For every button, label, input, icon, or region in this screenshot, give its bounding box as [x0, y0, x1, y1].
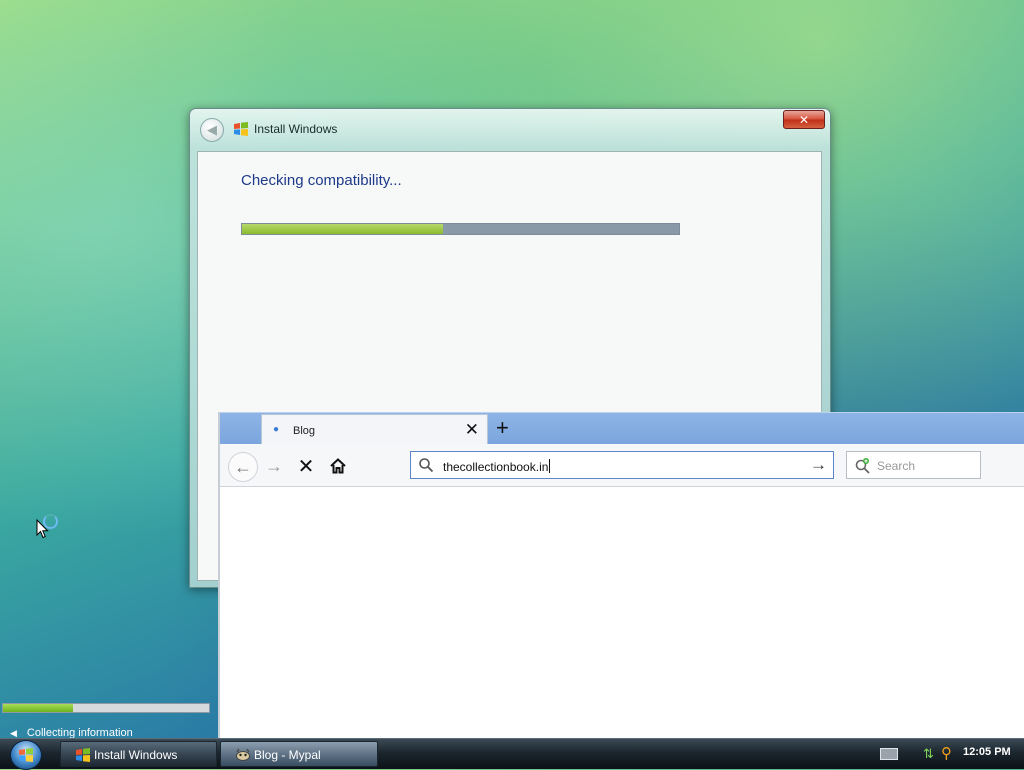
url-text: thecollectionbook.in	[443, 459, 551, 474]
browser-window: ● Blog ✕ + ← → ✕ thecollectionbook.in →	[218, 412, 1024, 742]
busy-spinner-icon	[43, 514, 58, 529]
stop-icon[interactable]: ✕	[292, 452, 320, 480]
home-icon[interactable]	[324, 452, 352, 480]
arrow-left-icon[interactable]: ←	[228, 452, 258, 482]
arrow-right-icon[interactable]: →	[260, 452, 288, 480]
tab-close-button[interactable]: ✕	[465, 420, 479, 440]
home-glyph	[330, 458, 346, 474]
windows-logo-icon	[234, 122, 248, 136]
taskbar-item-label: Install Windows	[94, 748, 178, 762]
setup-progress-fill	[3, 704, 74, 712]
taskbar-item-blog-mypal[interactable]: Blog - Mypal	[220, 741, 378, 767]
search-engine-icon	[855, 458, 870, 474]
go-arrow-icon[interactable]: →	[810, 455, 827, 475]
setup-progress-bar	[2, 703, 210, 713]
navigation-toolbar: ← → ✕ thecollectionbook.in → Search	[220, 444, 1024, 487]
network-icon[interactable]: ⇅	[923, 746, 934, 762]
page-content-area[interactable]	[220, 487, 1024, 742]
url-value: thecollectionbook.in	[443, 460, 549, 474]
keyboard-language-icon[interactable]	[880, 748, 898, 760]
url-input[interactable]: thecollectionbook.in →	[410, 451, 834, 479]
search-input[interactable]: Search	[846, 451, 981, 479]
back-arrow-icon[interactable]: ◀	[200, 118, 224, 142]
start-button[interactable]	[10, 740, 42, 770]
tab-favicon-icon: ●	[273, 424, 280, 435]
install-status-heading: Checking compatibility...	[241, 172, 402, 189]
text-caret	[549, 459, 551, 473]
install-close-button[interactable]: ✕	[783, 110, 825, 129]
install-titlebar: ◀ Install Windows ✕	[190, 109, 830, 149]
tab-label: Blog	[293, 425, 316, 437]
taskbar-item-install-windows[interactable]: Install Windows	[60, 741, 217, 767]
search-placeholder: Search	[877, 459, 916, 473]
magnifier-icon	[419, 458, 434, 473]
mypal-browser-icon	[236, 748, 250, 761]
taskbar-item-label: Blog - Mypal	[254, 748, 321, 762]
new-tab-button[interactable]: +	[496, 415, 509, 441]
compatibility-progress-fill	[242, 224, 444, 234]
magnifier-tray-icon[interactable]: ⚲	[941, 744, 952, 762]
install-window-title: Install Windows	[254, 122, 338, 136]
system-clock[interactable]: 12:05 PM	[963, 746, 1011, 758]
step-arrow-icon: ◀	[10, 728, 17, 738]
windows-logo-icon	[19, 748, 33, 762]
tab-blog[interactable]: ● Blog ✕	[261, 414, 488, 446]
tab-strip: ● Blog ✕ +	[220, 412, 1024, 446]
windows-setup-icon	[76, 748, 90, 762]
compatibility-progress-bar	[241, 223, 680, 235]
